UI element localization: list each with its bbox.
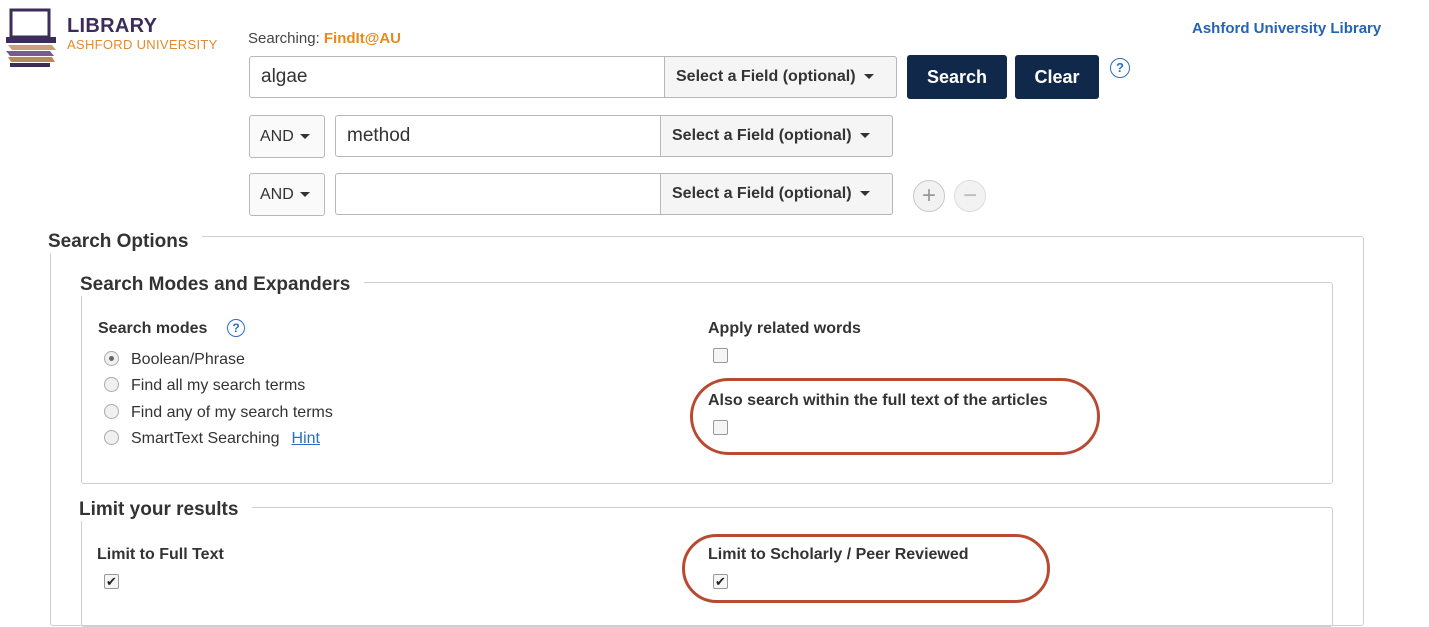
- limit-scholarly-label: Limit to Scholarly / Peer Reviewed: [708, 546, 969, 563]
- checkmark-icon: ✔: [106, 574, 117, 589]
- search-options-title: Search Options: [48, 231, 203, 253]
- search-input-2[interactable]: [336, 116, 660, 156]
- search-modes-help-icon[interactable]: ?: [227, 319, 245, 337]
- search-modes-label: Search modes: [98, 320, 208, 337]
- boolean-operator-2[interactable]: AND: [249, 115, 325, 158]
- boolean-operator-2-label: AND: [260, 128, 294, 145]
- limit-results-title: Limit your results: [79, 499, 253, 521]
- boolean-operator-3-label: AND: [260, 186, 294, 203]
- limit-results-panel: [81, 507, 1333, 627]
- chevron-down-icon: [859, 133, 870, 139]
- boolean-operator-3[interactable]: AND: [249, 173, 325, 216]
- radio-selected-icon[interactable]: [104, 351, 119, 366]
- field-select-2[interactable]: Select a Field (optional): [660, 115, 893, 157]
- limit-full-text-checkbox[interactable]: ✔: [104, 574, 119, 589]
- search-row-3: Select a Field (optional): [335, 173, 893, 215]
- chevron-down-icon: [299, 134, 310, 140]
- mode-smarttext[interactable]: SmartText Searching Hint: [104, 430, 320, 448]
- search-input-1[interactable]: [250, 57, 664, 97]
- limit-scholarly-checkbox[interactable]: ✔: [713, 574, 728, 589]
- mode-boolean[interactable]: Boolean/Phrase: [104, 351, 245, 369]
- mode-find-any[interactable]: Find any of my search terms: [104, 404, 333, 422]
- searching-label: Searching: FindIt@AU: [248, 30, 401, 47]
- checkmark-icon: ✔: [715, 574, 726, 589]
- brand-title: LIBRARY: [67, 15, 158, 37]
- chevron-down-icon: [859, 191, 870, 197]
- ashford-library-link[interactable]: Ashford University Library: [1192, 20, 1381, 37]
- search-row-1: Select a Field (optional): [249, 56, 897, 98]
- field-select-1-label: Select a Field (optional): [676, 68, 856, 85]
- search-input-3[interactable]: [336, 174, 660, 214]
- help-icon[interactable]: ?: [1110, 58, 1130, 78]
- database-name[interactable]: FindIt@AU: [324, 30, 401, 47]
- limit-full-text-label: Limit to Full Text: [97, 546, 224, 563]
- library-logo-icon: [6, 8, 56, 67]
- search-modes-title: Search Modes and Expanders: [80, 274, 365, 296]
- radio-icon[interactable]: [104, 430, 119, 445]
- searching-prefix: Searching:: [248, 30, 324, 47]
- add-row-icon[interactable]: +: [913, 180, 945, 212]
- mode-smarttext-label: SmartText Searching: [131, 430, 280, 447]
- hint-link[interactable]: Hint: [292, 430, 320, 447]
- mode-boolean-label: Boolean/Phrase: [131, 351, 245, 368]
- field-select-3[interactable]: Select a Field (optional): [660, 173, 893, 215]
- field-select-3-label: Select a Field (optional): [672, 185, 852, 202]
- mode-find-all[interactable]: Find all my search terms: [104, 377, 305, 395]
- apply-related-checkbox[interactable]: [713, 348, 728, 363]
- chevron-down-icon: [863, 74, 874, 80]
- full-text-search-checkbox[interactable]: [713, 420, 728, 435]
- chevron-down-icon: [299, 192, 310, 198]
- radio-icon[interactable]: [104, 377, 119, 392]
- mode-find-any-label: Find any of my search terms: [131, 404, 333, 421]
- brand-subtitle: ASHFORD UNIVERSITY: [67, 37, 218, 52]
- radio-icon[interactable]: [104, 404, 119, 419]
- remove-row-icon[interactable]: −: [954, 180, 986, 212]
- field-select-1[interactable]: Select a Field (optional): [664, 56, 897, 98]
- apply-related-label: Apply related words: [708, 320, 861, 337]
- search-row-2: Select a Field (optional): [335, 115, 893, 157]
- field-select-2-label: Select a Field (optional): [672, 127, 852, 144]
- clear-button[interactable]: Clear: [1015, 55, 1099, 99]
- search-button[interactable]: Search: [907, 55, 1007, 99]
- full-text-search-label: Also search within the full text of the …: [708, 392, 1048, 409]
- mode-find-all-label: Find all my search terms: [131, 377, 306, 394]
